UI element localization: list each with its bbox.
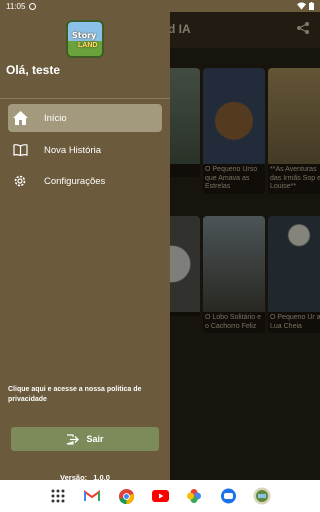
youtube-icon[interactable] [151,487,169,505]
app-drawer-icon[interactable] [49,487,67,505]
app-logo: Story LAND [66,20,104,58]
logout-label: Sair [86,434,104,444]
gmail-icon[interactable] [83,487,101,505]
status-time: 11:05 [6,1,26,11]
photos-icon[interactable] [185,487,203,505]
storyland-app-icon[interactable] [253,487,271,505]
taskbar [0,480,320,512]
menu-item-label: Início [44,112,67,124]
wifi-icon [297,2,306,10]
battery-icon [309,2,314,10]
drawer-divider [0,98,170,99]
privacy-policy-link[interactable]: Clique aqui e acesse a nossa politica de… [8,385,164,405]
logout-icon [66,433,80,445]
menu-item-nova-historia[interactable]: Nova História [8,136,162,164]
gear-icon [12,173,28,189]
menu-item-label: Nova História [44,144,102,156]
home-icon [12,110,28,126]
navigation-drawer: Story LAND Olá, teste Início Nova Históri… [0,12,170,482]
status-bar: 11:05 [0,0,320,12]
chrome-icon[interactable] [117,487,135,505]
drawer-scrim[interactable] [170,12,320,480]
menu-item-inicio[interactable]: Início [8,104,162,132]
menu-item-configuracoes[interactable]: Configurações [8,167,162,195]
logout-button[interactable]: Sair [11,427,159,451]
user-greeting: Olá, teste [6,63,61,77]
messages-icon[interactable] [219,487,237,505]
menu-item-label: Configurações [44,175,106,187]
book-icon [12,142,28,158]
notification-icon [29,2,37,10]
